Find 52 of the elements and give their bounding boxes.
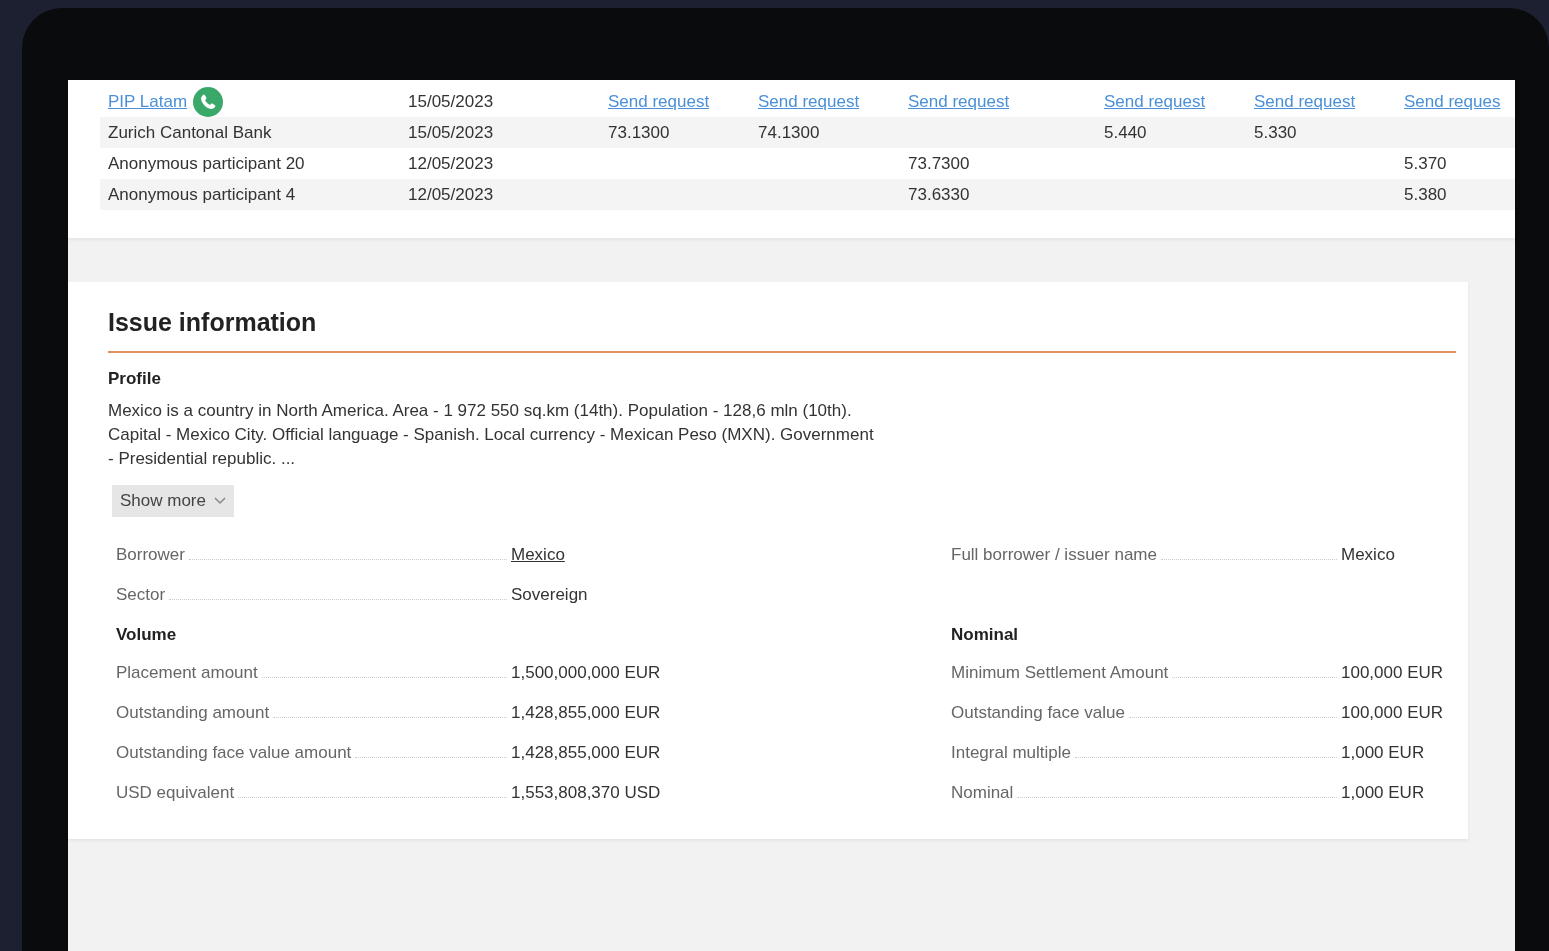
show-more-button[interactable]: Show more bbox=[112, 485, 234, 517]
field-value: 1,428,855,000 EUR bbox=[511, 743, 662, 764]
send-request-link[interactable]: Send request bbox=[900, 91, 1096, 112]
quote-cell-text: 5.370 bbox=[1403, 153, 1448, 174]
field-value: 1,428,855,000 EUR bbox=[511, 703, 662, 724]
field-label: Integral multiple bbox=[951, 743, 1071, 763]
field-label: Minimum Settlement Amount bbox=[951, 663, 1169, 683]
phone-icon[interactable] bbox=[193, 86, 224, 117]
field-value: Mexico bbox=[1341, 545, 1396, 566]
field-label: Outstanding face value bbox=[951, 703, 1125, 723]
quote-cell-text: 5.330 bbox=[1253, 122, 1298, 143]
participant-link[interactable]: PIP Latam bbox=[108, 91, 188, 112]
field-label: Outstanding face value amount bbox=[116, 743, 352, 763]
field-label: Sector bbox=[116, 585, 166, 605]
quote-cell-text: 5.380 bbox=[1403, 184, 1448, 205]
nominal-heading: Nominal bbox=[951, 625, 1020, 645]
field-value: 1,553,808,370 USD bbox=[511, 783, 662, 804]
profile-text: Mexico is a country in North America. Area - 1 972 550 sq.km (14th). Population - 128,6 mln (10th). Capital - Mexico City. Official language - Spanish. Local currency - Mexican Peso (MXN). Government - Presidential republic. ... bbox=[108, 400, 875, 470]
quote-cell-text: 5.440 bbox=[1103, 122, 1148, 143]
section-title: Issue information bbox=[108, 308, 1456, 353]
quote-cell-text: 73.7300 bbox=[907, 153, 971, 174]
field-label: Placement amount bbox=[116, 663, 258, 683]
field-value: 1,500,000,000 EUR bbox=[511, 663, 662, 684]
chevron-down-icon bbox=[214, 497, 226, 505]
field-label: Borrower bbox=[116, 545, 185, 565]
date-cell-text: 12/05/2023 bbox=[407, 153, 495, 174]
field-value: 100,000 EUR bbox=[1341, 663, 1445, 684]
field-label: Full borrower / issuer name bbox=[951, 545, 1157, 565]
date-cell-text: 15/05/2023 bbox=[407, 122, 495, 143]
participant-name: Zurich Cantonal Bank bbox=[108, 122, 272, 143]
profile-heading: Profile bbox=[108, 369, 162, 389]
field-label: USD equivalent bbox=[116, 783, 235, 803]
volume-heading: Volume bbox=[116, 625, 178, 645]
field-value: 1,000 EUR bbox=[1341, 743, 1426, 764]
date-cell-text: 15/05/2023 bbox=[407, 91, 495, 112]
quote-cell-text: 73.1300 bbox=[607, 122, 671, 143]
participant-name: Anonymous participant 4 bbox=[108, 184, 296, 205]
field-value: 1,000 EUR bbox=[1341, 783, 1426, 804]
quote-cell-text: 73.6330 bbox=[907, 184, 971, 205]
date-cell-text: 12/05/2023 bbox=[407, 184, 495, 205]
send-request-link[interactable]: Send reques bbox=[1396, 91, 1506, 112]
field-value: Sovereign bbox=[511, 585, 589, 606]
send-request-link[interactable]: Send request bbox=[1246, 91, 1396, 112]
send-request-link[interactable]: Send request bbox=[1096, 91, 1246, 112]
field-label: Outstanding amount bbox=[116, 703, 270, 723]
field-label: Nominal bbox=[951, 783, 1014, 803]
participant-name: Anonymous participant 20 bbox=[108, 153, 305, 174]
send-request-link[interactable]: Send request bbox=[750, 91, 900, 112]
quote-cell-text: 74.1300 bbox=[757, 122, 821, 143]
send-request-link[interactable]: Send request bbox=[600, 91, 750, 112]
field-value: 100,000 EUR bbox=[1341, 703, 1445, 724]
field-link[interactable]: Mexico bbox=[511, 545, 951, 567]
